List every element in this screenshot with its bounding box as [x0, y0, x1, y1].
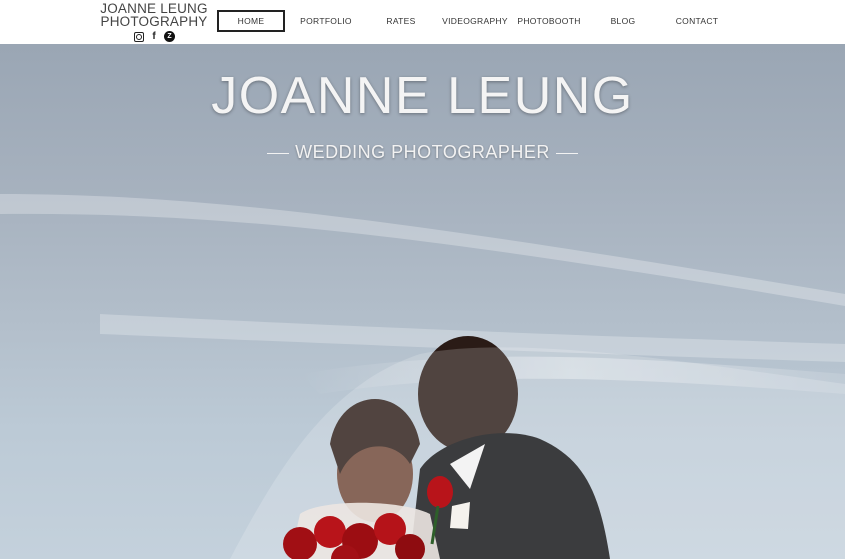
nav-item-rates[interactable]: RATES — [367, 10, 435, 32]
nav-item-blog[interactable]: BLOG — [583, 10, 663, 32]
site-logo[interactable]: JOANNE LEUNG PHOTOGRAPHY — [100, 2, 208, 29]
social-bar: f Z — [134, 31, 175, 42]
nav-item-home[interactable]: HOME — [217, 10, 285, 32]
hero-section: JOANNE LEUNG WEDDING PHOTOGRAPHER — [0, 44, 845, 559]
nav-item-photobooth[interactable]: PHOTOBOOTH — [515, 10, 583, 32]
logo-line-2: PHOTOGRAPHY — [100, 14, 208, 29]
facebook-icon[interactable]: f — [149, 31, 159, 42]
site-header: JOANNE LEUNG PHOTOGRAPHY f Z HOME PORTFO… — [0, 0, 845, 44]
zola-icon[interactable]: Z — [164, 31, 175, 42]
subtitle-dash-left — [267, 152, 290, 154]
instagram-icon[interactable] — [134, 31, 144, 42]
veil-streak — [0, 194, 845, 306]
subtitle-dash-right — [555, 152, 578, 154]
hero-subtitle-wrap: WEDDING PHOTOGRAPHER — [0, 142, 845, 163]
nav-item-portfolio[interactable]: PORTFOLIO — [285, 10, 367, 32]
hero-subtitle: WEDDING PHOTOGRAPHER — [295, 142, 550, 162]
hero-title: JOANNE LEUNG — [211, 67, 634, 125]
main-nav: HOME PORTFOLIO RATES VIDEOGRAPHY PHOTOBO… — [217, 10, 731, 32]
nav-item-contact[interactable]: CONTACT — [663, 10, 731, 32]
nav-item-videography[interactable]: VIDEOGRAPHY — [435, 10, 515, 32]
